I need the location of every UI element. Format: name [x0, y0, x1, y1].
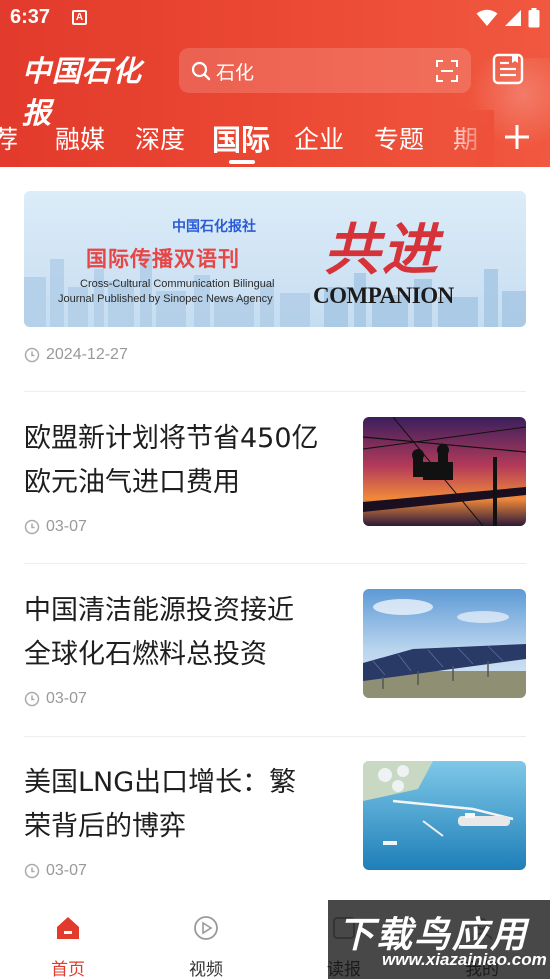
divider [24, 391, 526, 392]
app-logo[interactable]: 中国石化报 [22, 50, 168, 130]
news-date-row-2: 03-07 [24, 690, 87, 708]
scan-icon[interactable] [435, 59, 459, 83]
search-icon [191, 61, 211, 81]
clock-icon [24, 519, 40, 535]
news-title-1[interactable]: 欧盟新计划将节省450亿 欧元油气进口费用 [24, 417, 354, 505]
tabs-fade [444, 110, 494, 167]
tab-recommend[interactable]: 荐 [0, 120, 18, 156]
watermark-url: www.xiazainiao.com [382, 950, 547, 969]
power-line-workers-image [363, 417, 526, 526]
news-date-2: 03-07 [46, 690, 87, 707]
clock-icon [24, 347, 40, 363]
featured-banner[interactable]: 中国石化报社 国际传播双语刊 Cross-Cultural Communicat… [24, 191, 526, 327]
lng-port-image [363, 761, 526, 870]
clock-icon [24, 863, 40, 879]
nav-video-label: 视频 [189, 960, 223, 979]
clock-icon [24, 691, 40, 707]
news-date-row-1: 03-07 [24, 518, 87, 536]
search-text: 石化 [216, 62, 255, 84]
news-thumbnail-1[interactable] [363, 417, 526, 526]
home-icon [57, 917, 79, 939]
news-date-3: 03-07 [46, 862, 87, 879]
banner-brand-cjk: 共进 [324, 217, 440, 283]
site-watermark: 下载鸟应用 www.xiazainiao.com [328, 900, 550, 979]
add-channel-icon[interactable] [500, 120, 534, 154]
banner-date-row: 2024-12-27 [24, 346, 128, 364]
status-time: 6:37 [10, 6, 51, 28]
news-title-3[interactable]: 美国LNG出口增长：繁 荣背后的博弈 [24, 761, 354, 849]
active-tab-indicator [229, 160, 255, 164]
signal-icon [505, 10, 521, 26]
news-title-2[interactable]: 中国清洁能源投资接近 全球化石燃料总投资 [24, 589, 354, 677]
newspaper-icon[interactable] [492, 53, 524, 85]
banner-english-line-2: Journal Published by Sinopec News Agency [58, 293, 273, 305]
nav-home-label: 首页 [51, 960, 85, 979]
banner-main-title: 国际传播双语刊 [86, 247, 240, 271]
app-header: 6:37 A 中国石化报 石化 荐 融媒 深度 国际 企业 专题 期 [0, 0, 550, 167]
tab-media[interactable]: 融媒 [55, 120, 105, 156]
banner-date: 2024-12-27 [46, 346, 128, 363]
notification-a-icon: A [72, 10, 87, 25]
banner-english-line-1: Cross-Cultural Communication Bilingual [80, 278, 275, 290]
tab-topics[interactable]: 专题 [374, 120, 424, 156]
news-thumbnail-2[interactable] [363, 589, 526, 698]
status-icons [476, 8, 540, 28]
video-play-icon [194, 916, 218, 940]
news-date-row-3: 03-07 [24, 862, 87, 880]
status-bar: 6:37 A [0, 0, 550, 36]
battery-icon [528, 8, 540, 28]
tab-depth[interactable]: 深度 [135, 120, 185, 156]
news-thumbnail-3[interactable] [363, 761, 526, 870]
news-date-1: 03-07 [46, 518, 87, 535]
divider [24, 563, 526, 564]
tab-international[interactable]: 国际 [212, 117, 270, 159]
tab-enterprise[interactable]: 企业 [294, 120, 344, 156]
solar-panels-image [363, 589, 526, 698]
banner-brand-en: COMPANION [313, 283, 454, 308]
banner-publisher: 中国石化报社 [172, 219, 256, 235]
wifi-icon [476, 9, 498, 26]
category-tabs: 荐 融媒 深度 国际 企业 专题 期 [0, 110, 550, 167]
divider [24, 736, 526, 737]
search-bar[interactable]: 石化 [179, 48, 471, 93]
